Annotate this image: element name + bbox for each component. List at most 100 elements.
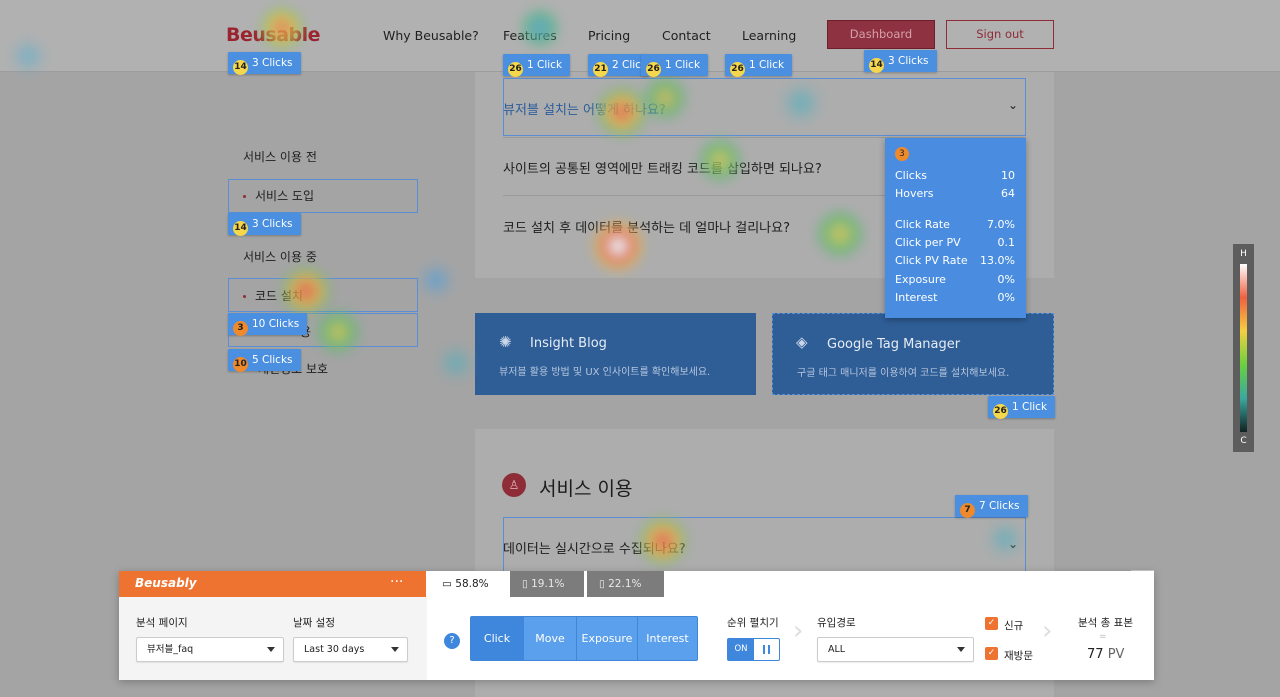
stat-row-click-rate: Click Rate 7.0% bbox=[895, 218, 1015, 231]
stat-row-clicks: Clicks 10 bbox=[895, 169, 1015, 182]
new-visitor-checkbox[interactable]: ✓ bbox=[985, 617, 998, 630]
sign-out-button[interactable]: Sign out bbox=[946, 20, 1054, 49]
new-visitor-label: 신규 bbox=[1004, 620, 1024, 632]
click-count-badge[interactable]: 26 1 Click bbox=[503, 54, 571, 77]
date-range-select[interactable]: Last 30 days bbox=[293, 637, 408, 662]
mobile-icon: ▯ bbox=[599, 578, 605, 590]
click-count-badge[interactable]: 3 10 Clicks bbox=[228, 313, 308, 336]
faq-divider bbox=[503, 195, 885, 196]
heatmap-hotspot bbox=[700, 140, 740, 180]
panel-brand-header: Beusably ··· bbox=[119, 571, 426, 597]
faq-question-tracking-code[interactable]: 사이트의 공통된 영역에만 트래킹 코드를 삽입하면 되나요? bbox=[503, 158, 822, 177]
sample-total-label: 분석 총 표본 bbox=[1078, 617, 1133, 629]
heatmap-hotspot bbox=[594, 222, 642, 270]
tablet-icon: ▯ bbox=[522, 578, 528, 590]
heatmap-hotspot bbox=[818, 212, 862, 256]
analysis-page-label: 분석 페이지 bbox=[136, 617, 188, 629]
google-tag-manager-card[interactable]: ◈ Google Tag Manager 구글 태그 매니저를 이용하여 코드를… bbox=[772, 313, 1054, 395]
heatmap-hotspot bbox=[598, 88, 646, 136]
click-count-badge[interactable]: 21 2 Clic bbox=[588, 54, 649, 77]
click-count-badge[interactable]: 77 Clicks bbox=[955, 495, 1028, 518]
heatmap-hotspot bbox=[645, 78, 685, 118]
click-count-badge[interactable]: 26 1 Click bbox=[641, 54, 709, 77]
chevron-right-divider-icon: › bbox=[1042, 616, 1053, 646]
nav-pricing[interactable]: Pricing bbox=[588, 28, 630, 43]
desktop-icon: ▭ bbox=[442, 578, 452, 590]
heatmap-hotspot bbox=[283, 268, 329, 314]
insight-blog-desc: 뷰저블 활용 방법 및 UX 인사이트를 확인해보세요. bbox=[499, 367, 711, 378]
sidebar-section-during: 서비스 이용 중 bbox=[243, 250, 317, 264]
heatmap-hotspot bbox=[10, 38, 46, 74]
more-menu-icon[interactable]: ··· bbox=[390, 574, 403, 590]
analysis-page-select[interactable]: 뷰저블_faq bbox=[136, 637, 284, 662]
heatmap-hotspot bbox=[318, 312, 358, 352]
click-count-badge[interactable]: 26 1 Click bbox=[725, 54, 793, 77]
heatmap-hotspot bbox=[418, 262, 454, 298]
heatmap-mode-group: Click Move Exposure Interest bbox=[470, 616, 698, 661]
click-count-badge[interactable]: 14 3 Clicks bbox=[864, 50, 937, 73]
return-visitor-label: 재방문 bbox=[1004, 650, 1033, 662]
tag-icon: ◈ bbox=[796, 333, 808, 351]
heatmap-hotspot bbox=[438, 345, 474, 381]
gtm-desc: 구글 태그 매니저를 이용하여 코드를 설치해보세요. bbox=[797, 368, 1010, 379]
click-stats-tooltip: 3 Clicks 10 Hovers 64 Click Rate 7.0% Click… bbox=[885, 138, 1026, 318]
inflow-route-select[interactable]: ALL bbox=[817, 637, 974, 662]
caret-down-icon bbox=[957, 647, 965, 652]
heatmap-color-legend: H C bbox=[1233, 244, 1254, 452]
help-icon[interactable]: ? bbox=[444, 633, 460, 649]
rank-expand-label: 순위 펼치기 bbox=[727, 617, 779, 629]
sidebar-item-adoption[interactable]: 서비스 도입 bbox=[243, 187, 314, 204]
stat-row-interest: Interest 0% bbox=[895, 291, 1015, 304]
device-tab-tablet[interactable]: ▯ 19.1% bbox=[510, 571, 584, 597]
legend-high-label: H bbox=[1240, 249, 1247, 259]
date-setting-label: 날짜 설정 bbox=[293, 617, 335, 629]
faq-question-analysis-time[interactable]: 코드 설치 후 데이터를 분석하는 데 얼마나 걸리나요? bbox=[503, 217, 790, 236]
sample-total-value: 77 PV bbox=[1087, 647, 1125, 662]
click-count-badge[interactable]: 14 3 Clicks bbox=[228, 213, 301, 236]
click-count-badge[interactable]: 14 3 Clicks bbox=[228, 52, 301, 75]
gtm-title: Google Tag Manager bbox=[827, 337, 961, 352]
bullet-icon bbox=[243, 195, 246, 198]
chevron-right-divider-icon: › bbox=[793, 616, 804, 646]
return-visitor-checkbox[interactable]: ✓ bbox=[985, 647, 998, 660]
stat-row-hovers: Hovers 64 bbox=[895, 187, 1015, 200]
mode-interest-button[interactable]: Interest bbox=[638, 617, 697, 660]
beusably-logo: Beusably bbox=[135, 576, 197, 590]
insight-blog-card[interactable]: ✺ Insight Blog 뷰저블 활용 방법 및 UX 인사이트를 확인해보… bbox=[475, 313, 756, 395]
stat-row-click-pv-rate: Click PV Rate 13.0% bbox=[895, 254, 1015, 267]
device-tab-mobile[interactable]: ▯ 22.1% bbox=[587, 571, 664, 597]
pause-icon bbox=[763, 645, 765, 654]
heatmap-hotspot bbox=[780, 82, 822, 124]
caret-down-icon bbox=[267, 647, 275, 652]
nav-learning[interactable]: Learning bbox=[742, 28, 796, 43]
heatmap-hotspot bbox=[987, 521, 1023, 557]
sidebar-section-before: 서비스 이용 전 bbox=[243, 150, 317, 164]
dashboard-button[interactable]: Dashboard bbox=[827, 20, 935, 49]
heatmap-hotspot bbox=[522, 10, 558, 46]
stat-row-click-per-pv: Click per PV 0.1 bbox=[895, 236, 1015, 249]
insight-blog-title: Insight Blog bbox=[530, 336, 607, 351]
service-section-icon: ♙ bbox=[502, 473, 526, 497]
sample-equals: = bbox=[1099, 632, 1107, 642]
service-section-title: 서비스 이용 bbox=[539, 478, 633, 500]
mode-exposure-button[interactable]: Exposure bbox=[577, 617, 638, 660]
heatmap-hotspot bbox=[262, 8, 302, 48]
inflow-route-label: 유입경로 bbox=[817, 617, 856, 629]
chevron-down-icon[interactable]: ⌄ bbox=[1008, 98, 1018, 112]
device-tab-desktop[interactable]: ▭ 58.8% bbox=[430, 571, 507, 597]
caret-down-icon bbox=[391, 647, 399, 652]
legend-low-label: C bbox=[1240, 436, 1247, 446]
click-count-badge[interactable]: 10 5 Clicks bbox=[228, 349, 301, 372]
mode-click-button[interactable]: Click bbox=[471, 617, 524, 660]
mode-move-button[interactable]: Move bbox=[524, 617, 577, 660]
rank-expand-toggle[interactable]: ON bbox=[727, 638, 780, 661]
rank-badge: 3 bbox=[895, 147, 909, 161]
nav-why-beusable[interactable]: Why Beusable? bbox=[383, 28, 479, 43]
stat-row-exposure: Exposure 0% bbox=[895, 273, 1015, 286]
legend-gradient-bar bbox=[1240, 264, 1247, 432]
nav-contact[interactable]: Contact bbox=[662, 28, 711, 43]
click-count-badge[interactable]: 26 1 Click bbox=[988, 396, 1056, 419]
heatmap-hotspot bbox=[640, 518, 686, 564]
lightbulb-icon: ✺ bbox=[499, 333, 512, 351]
bullet-icon bbox=[243, 295, 246, 298]
